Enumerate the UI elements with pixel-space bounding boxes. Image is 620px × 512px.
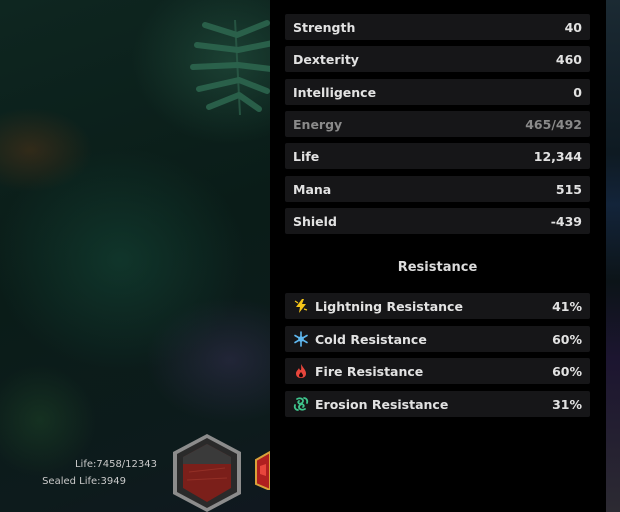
resistance-value: 60% (552, 331, 582, 347)
stat-row-mana: Mana 515 (285, 176, 590, 202)
stat-value: 40 (564, 19, 582, 35)
resistance-heading: Resistance (397, 260, 478, 275)
world-edge-strip (606, 0, 620, 512)
lightning-icon (294, 299, 308, 313)
life-readout: Life:7458/12343 (74, 459, 157, 470)
stat-value: 12,344 (533, 148, 582, 164)
resistance-row-cold: Cold Resistance 60% (285, 326, 590, 352)
stat-row-dexterity: Dexterity 460 (285, 46, 590, 72)
snowflake-icon (294, 331, 308, 347)
sealed-life-readout: Sealed Life:3949 (42, 476, 126, 487)
stat-value: 465/492 (525, 116, 582, 132)
stat-row-intelligence: Intelligence 0 (285, 79, 590, 105)
resistance-label: Fire Resistance (315, 363, 424, 379)
stat-label: Intelligence (293, 84, 377, 100)
skill-orb-partial (255, 450, 270, 490)
resistance-row-erosion: Erosion Resistance 31% (285, 391, 590, 417)
stat-label: Shield (293, 213, 337, 229)
resistance-value: 31% (552, 396, 582, 412)
resistance-label: Lightning Resistance (315, 298, 463, 314)
stat-label: Life (293, 148, 320, 164)
resistance-value: 41% (552, 298, 582, 314)
resistance-row-lightning: Lightning Resistance 41% (285, 293, 590, 319)
stat-value: 515 (555, 181, 582, 197)
stat-label: Mana (293, 181, 332, 197)
stat-label: Strength (293, 19, 356, 35)
stat-row-life: Life 12,344 (285, 143, 590, 169)
stat-value: 0 (573, 84, 582, 100)
fern-leaf-decoration (190, 19, 275, 116)
stat-row-energy: Energy 465/492 (285, 111, 590, 137)
stat-value: -439 (550, 213, 582, 229)
stat-label: Energy (293, 116, 343, 132)
resistance-value: 60% (552, 363, 582, 379)
flame-icon (296, 364, 306, 378)
stat-row-strength: Strength 40 (285, 14, 590, 40)
life-globe-frame (173, 434, 241, 512)
stat-label: Dexterity (293, 51, 359, 67)
stat-row-shield: Shield -439 (285, 208, 590, 234)
resistance-label: Erosion Resistance (315, 396, 449, 412)
erosion-icon (293, 397, 309, 411)
resistance-row-fire: Fire Resistance 60% (285, 358, 590, 384)
stat-value: 460 (555, 51, 582, 67)
character-stats-panel (270, 0, 606, 512)
resistance-label: Cold Resistance (315, 331, 427, 347)
